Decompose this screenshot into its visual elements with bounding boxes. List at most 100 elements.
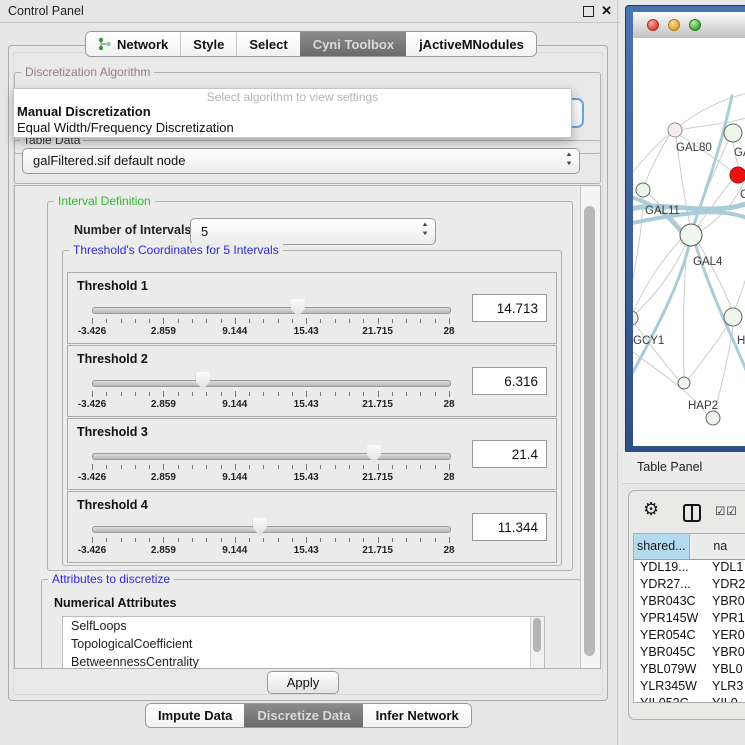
- slider-tick: [149, 538, 150, 542]
- cell-shared-name[interactable]: YDR27...: [634, 576, 706, 593]
- column-header-shared-name[interactable]: shared...: [634, 534, 690, 559]
- mac-close-button[interactable]: [647, 19, 659, 31]
- slider-tick: [349, 465, 350, 469]
- checkbox-icons[interactable]: ☑☑: [715, 504, 738, 518]
- slider-thumb[interactable]: [196, 372, 210, 390]
- threshold-value-field[interactable]: 21.4: [472, 440, 547, 468]
- network-node[interactable]: [706, 411, 720, 425]
- attribute-item-betweennesscentrality[interactable]: BetweennessCentrality: [63, 653, 544, 669]
- cell-name[interactable]: YBR0: [706, 593, 745, 610]
- slider-tick-label: 9.144: [222, 472, 247, 483]
- table-row[interactable]: YLR345WYLR3: [634, 678, 745, 695]
- slider-tick: [363, 319, 364, 323]
- network-node[interactable]: [633, 311, 638, 325]
- cell-shared-name[interactable]: YLR345W: [634, 678, 706, 695]
- slider-tick-label: 21.715: [362, 326, 393, 337]
- cell-shared-name[interactable]: YBR045C: [634, 644, 706, 661]
- tab-select[interactable]: Select: [236, 32, 299, 56]
- column-layout-icon[interactable]: [683, 504, 701, 522]
- slider-tick: [249, 465, 250, 469]
- tab-impute-data[interactable]: Impute Data: [146, 704, 244, 727]
- slider-thumb[interactable]: [367, 445, 381, 463]
- threshold-value-field[interactable]: 14.713: [472, 294, 547, 322]
- cell-name[interactable]: YDR2: [706, 576, 745, 593]
- cell-shared-name[interactable]: YER054C: [634, 627, 706, 644]
- cell-name[interactable]: YBL0: [706, 661, 743, 678]
- mac-minimize-button[interactable]: [668, 19, 680, 31]
- slider-track[interactable]: [92, 307, 451, 314]
- threshold-value-field[interactable]: 11.344: [472, 513, 547, 541]
- network-edge[interactable]: [645, 134, 670, 184]
- table-row[interactable]: YER054CYER0: [634, 627, 745, 644]
- cell-shared-name[interactable]: YIL052C: [634, 695, 706, 703]
- network-edge[interactable]: [689, 325, 728, 378]
- network-node[interactable]: [724, 308, 742, 326]
- algorithm-option-manual-discretization[interactable]: Manual Discretization: [14, 104, 571, 120]
- tab-discretize-data[interactable]: Discretize Data: [244, 704, 362, 727]
- table-row[interactable]: YBR045CYBR0: [634, 644, 745, 661]
- float-window-icon[interactable]: [583, 6, 594, 17]
- table-row[interactable]: YDL19...YDL1: [634, 559, 745, 576]
- table-row[interactable]: YBL079WYBL0: [634, 661, 745, 678]
- network-edge[interactable]: [635, 324, 678, 379]
- network-node[interactable]: [680, 224, 702, 246]
- slider-track[interactable]: [92, 526, 451, 533]
- slider-track[interactable]: [92, 453, 451, 460]
- network-edge[interactable]: [715, 326, 733, 411]
- cell-shared-name[interactable]: YPR145W: [634, 610, 706, 627]
- cell-shared-name[interactable]: YBL079W: [634, 661, 706, 678]
- cell-name[interactable]: YIL0: [706, 695, 738, 703]
- slider-tick-label: 15.43: [294, 545, 319, 556]
- settings-vertical-scrollbar[interactable]: [580, 186, 600, 668]
- network-node[interactable]: [636, 183, 650, 197]
- network-node[interactable]: [730, 167, 745, 183]
- numerical-attributes-list[interactable]: SelfLoopsTopologicalCoefficientBetweenne…: [62, 616, 545, 669]
- threshold-panel-1: Threshold 1-3.4262.8599.14415.4321.71528…: [67, 272, 557, 344]
- number-of-intervals-value: 5: [201, 219, 208, 244]
- cell-shared-name[interactable]: YDL19...: [634, 559, 706, 576]
- tab-infer-network[interactable]: Infer Network: [363, 704, 471, 727]
- spinner-arrows-icon[interactable]: ▲▼: [566, 151, 572, 169]
- slider-track[interactable]: [92, 380, 451, 387]
- network-window-titlebar[interactable]: [633, 12, 745, 39]
- close-icon[interactable]: ✕: [601, 2, 612, 20]
- network-edge[interactable]: [735, 278, 745, 309]
- network-edge[interactable]: [634, 239, 681, 311]
- algorithm-option-equal-width-frequency-discretization[interactable]: Equal Width/Frequency Discretization: [14, 120, 571, 136]
- table-data-combobox[interactable]: galFiltered.sif default node ▲▼: [22, 148, 580, 174]
- attribute-item-selfloops[interactable]: SelfLoops: [63, 617, 544, 635]
- number-of-intervals-spinner[interactable]: 5 ▲▼: [190, 218, 436, 245]
- cell-shared-name[interactable]: YBR043C: [634, 593, 706, 610]
- network-edge[interactable]: [633, 197, 643, 310]
- table-row[interactable]: YPR145WYPR1: [634, 610, 745, 627]
- table-row[interactable]: YDR27...YDR2: [634, 576, 745, 593]
- apply-button[interactable]: Apply: [267, 671, 339, 694]
- tab-cyni-toolbox[interactable]: Cyni Toolbox: [300, 32, 406, 56]
- tab-style[interactable]: Style: [180, 32, 236, 56]
- spinner-arrows-icon[interactable]: ▲▼: [422, 221, 428, 239]
- gear-icon[interactable]: ⚙: [643, 499, 659, 520]
- network-node-label: HAP2: [688, 400, 718, 412]
- slider-tick-label: 28: [443, 399, 454, 410]
- column-header-name[interactable]: na: [690, 534, 745, 559]
- cell-name[interactable]: YBR0: [706, 644, 745, 661]
- cell-name[interactable]: YLR3: [706, 678, 743, 695]
- cell-name[interactable]: YER0: [706, 627, 745, 644]
- threshold-value-field[interactable]: 6.316: [472, 367, 547, 395]
- network-canvas[interactable]: GAL80GACGAL11GAL4GCY1HHAP2: [633, 38, 745, 446]
- cell-name[interactable]: YPR1: [706, 610, 745, 627]
- network-node[interactable]: [678, 377, 690, 389]
- table-row[interactable]: YIL052CYIL0: [634, 695, 745, 703]
- network-node[interactable]: [668, 123, 682, 137]
- table-row[interactable]: YBR043CYBR0: [634, 593, 745, 610]
- tab-network[interactable]: Network: [86, 32, 180, 56]
- network-node[interactable]: [724, 124, 742, 142]
- slider-thumb[interactable]: [291, 299, 305, 317]
- cell-name[interactable]: YDL1: [706, 559, 743, 576]
- attribute-item-topologicalcoefficient[interactable]: TopologicalCoefficient: [63, 635, 544, 653]
- slider-thumb[interactable]: [253, 518, 267, 536]
- mac-zoom-button[interactable]: [689, 19, 701, 31]
- network-edge[interactable]: [633, 246, 689, 383]
- attributes-scrollbar[interactable]: [530, 617, 544, 668]
- tab-jactivemnodules[interactable]: jActiveMNodules: [406, 32, 536, 56]
